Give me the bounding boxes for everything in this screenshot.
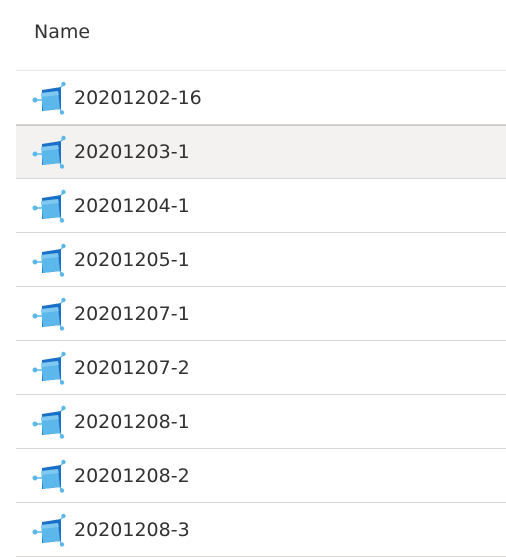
list-item-name[interactable]: 20201202-16 xyxy=(74,87,202,109)
list-item-name[interactable]: 20201208-3 xyxy=(74,519,190,541)
container-icon xyxy=(32,459,66,493)
container-icon xyxy=(32,243,66,277)
container-icon xyxy=(32,513,66,547)
container-icon xyxy=(32,189,66,223)
list-item-name[interactable]: 20201207-2 xyxy=(74,357,190,379)
list-item[interactable]: 20201203-1 xyxy=(16,125,506,179)
list-item[interactable]: 20201202-16 xyxy=(16,71,506,125)
list-item[interactable]: 20201207-2 xyxy=(16,341,506,395)
list-item[interactable]: 20201208-1 xyxy=(16,395,506,449)
list-item-name[interactable]: 20201208-1 xyxy=(74,411,190,433)
list-item[interactable]: 20201208-2 xyxy=(16,449,506,503)
list-item-name[interactable]: 20201204-1 xyxy=(74,195,190,217)
list-rows: 20201202-16 20201203-1 20201204-1 202012… xyxy=(16,71,506,557)
list-item[interactable]: 20201207-1 xyxy=(16,287,506,341)
container-icon xyxy=(32,405,66,439)
list-item[interactable]: 20201205-1 xyxy=(16,233,506,287)
container-icon xyxy=(32,351,66,385)
container-icon xyxy=(32,297,66,331)
column-header-label: Name xyxy=(34,21,91,43)
list-item-name[interactable]: 20201208-2 xyxy=(74,465,190,487)
list-item-name[interactable]: 20201207-1 xyxy=(74,303,190,325)
list-item[interactable]: 20201208-3 xyxy=(16,503,506,557)
container-icon xyxy=(32,135,66,169)
file-list: Name 20201202-16 20201203-1 20201204-1 2… xyxy=(16,0,506,557)
column-header-name[interactable]: Name xyxy=(16,0,506,71)
container-icon xyxy=(32,81,66,115)
list-item-name[interactable]: 20201205-1 xyxy=(74,249,190,271)
list-item[interactable]: 20201204-1 xyxy=(16,179,506,233)
list-item-name[interactable]: 20201203-1 xyxy=(74,141,190,163)
